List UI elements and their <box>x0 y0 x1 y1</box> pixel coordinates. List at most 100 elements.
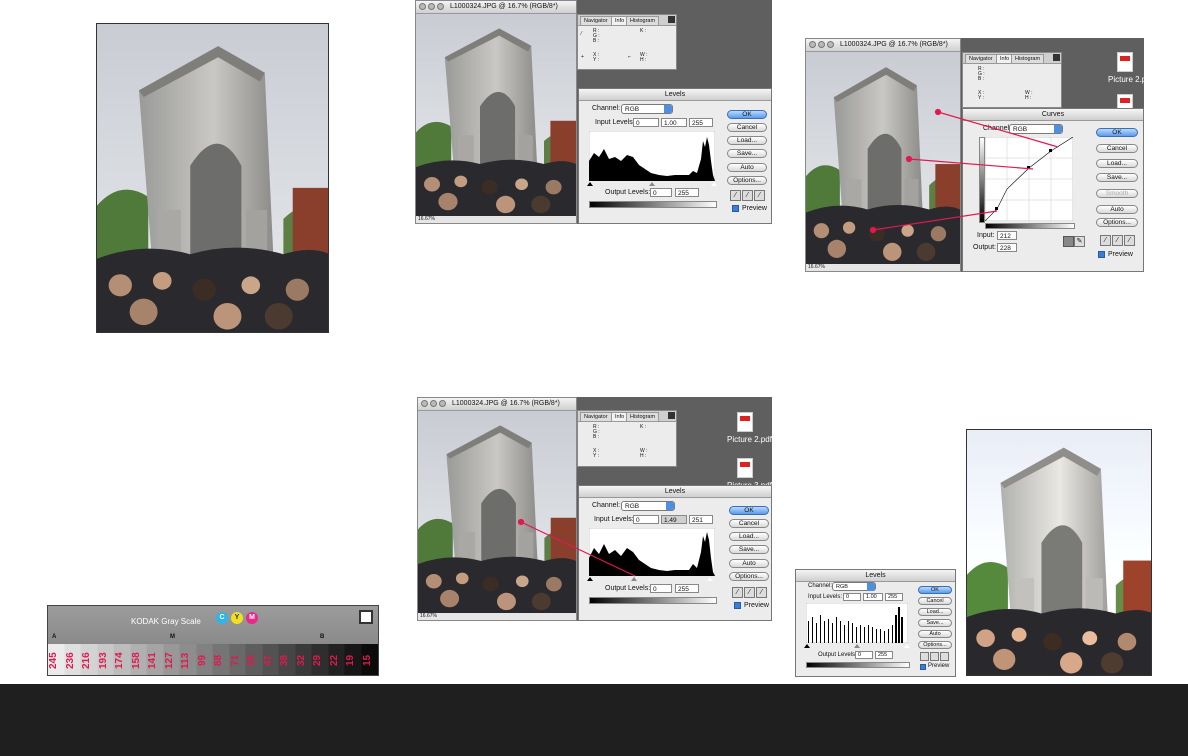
black-eyedropper-icon[interactable]: ⁄ <box>730 190 741 201</box>
gray-patch: 99 <box>196 644 213 675</box>
auto-button[interactable]: Auto <box>727 163 767 172</box>
callout-lines <box>517 518 636 577</box>
black-point-handle[interactable] <box>804 644 810 648</box>
gray-eyedropper-icon[interactable] <box>930 652 939 661</box>
footer-band <box>0 684 1188 756</box>
histogram <box>806 603 908 643</box>
input-levels-label: Input Levels: <box>808 594 843 600</box>
white-point-handle[interactable] <box>904 644 910 648</box>
gray-patch: 15 <box>361 644 378 675</box>
ok-button[interactable]: OK <box>727 110 767 119</box>
preview-checkbox[interactable] <box>920 664 926 670</box>
levels-screenshot-2: Picture 2.pdf Picture 3.pdf L1000324.JPG… <box>417 397 772 621</box>
window-title: L1000324.JPG @ 16.7% (RGB/8*) <box>450 3 558 10</box>
input-gamma-field[interactable]: 1.00 <box>863 593 883 601</box>
output-white-field[interactable]: 255 <box>875 651 893 659</box>
white-eyedropper-icon[interactable]: ⁄ <box>754 190 765 201</box>
levels-title: Levels <box>579 89 771 101</box>
zoom-status: 16.67% <box>418 216 435 222</box>
patch-letter-m: M <box>170 634 175 640</box>
gray-patch: 127 <box>163 644 180 675</box>
channel-select[interactable]: RGB <box>621 104 673 114</box>
preview-label: Preview <box>928 663 950 669</box>
gamma-handle[interactable] <box>649 182 655 186</box>
info-panel: Navigator Info Histogram ⁄ R : G : B : K… <box>577 14 677 70</box>
gray-patch: 141 <box>147 644 164 675</box>
output-gradient[interactable] <box>589 201 717 208</box>
info-wh: W : H : <box>640 52 648 63</box>
save-button[interactable]: Save... <box>918 619 952 627</box>
levels-dialog-small: Levels Channel: RGB Input Levels: 0 1.00… <box>795 569 956 677</box>
options-button[interactable]: Options... <box>918 641 952 649</box>
magenta-patch: M <box>246 612 258 624</box>
tab-histogram[interactable]: Histogram <box>626 16 660 25</box>
auto-button[interactable]: Auto <box>918 630 952 638</box>
preview-label: Preview <box>742 205 767 212</box>
ok-button[interactable]: OK <box>918 586 952 594</box>
image-canvas[interactable] <box>416 14 576 216</box>
close-icon[interactable] <box>419 3 426 10</box>
kodak-gray-scale: KODAK Gray Scale C Y M A M B 245 236 216 19… <box>47 605 379 676</box>
gray-patch: 47 <box>262 644 279 675</box>
panel-menu-icon[interactable] <box>668 16 675 23</box>
levels-screenshot-1: L1000324.JPG @ 16.7% (RGB/8*) 16.67% Nav… <box>415 0 772 224</box>
white-eyedropper-icon[interactable] <box>940 652 949 661</box>
channel-label: Channel: <box>808 583 833 589</box>
window-titlebar[interactable]: L1000324.JPG @ 16.7% (RGB/8*) <box>416 1 576 14</box>
gray-patch: 38 <box>279 644 296 675</box>
load-button[interactable]: Load... <box>727 136 767 145</box>
input-white-field[interactable]: 255 <box>885 593 903 601</box>
info-rgb: R : G : B : <box>593 28 600 44</box>
gray-patch: 216 <box>81 644 98 675</box>
output-black-field[interactable]: 0 <box>650 188 672 197</box>
kodak-logo-icon <box>359 610 373 624</box>
save-button[interactable]: Save... <box>727 149 767 158</box>
zoom-icon[interactable] <box>437 3 444 10</box>
callout-lines <box>869 108 1059 234</box>
options-button[interactable]: Options... <box>727 176 767 185</box>
gray-patch: 193 <box>97 644 114 675</box>
patch-letter-a: A <box>52 634 57 640</box>
input-black-field[interactable]: 0 <box>843 593 861 601</box>
minimize-icon[interactable] <box>428 3 435 10</box>
output-levels-label: Output Levels: <box>605 189 651 196</box>
gray-patch: 19 <box>345 644 362 675</box>
input-white-field[interactable]: 255 <box>689 118 713 127</box>
black-point-handle[interactable] <box>587 182 593 186</box>
load-button[interactable]: Load... <box>918 608 952 616</box>
patch-letter-b: B <box>320 634 325 640</box>
output-white-field[interactable]: 255 <box>675 188 699 197</box>
cancel-button[interactable]: Cancel <box>727 123 767 132</box>
gray-patch: 88 <box>213 644 230 675</box>
channel-select[interactable]: RGB <box>832 582 876 591</box>
tab-navigator[interactable]: Navigator <box>580 16 612 25</box>
white-point-handle[interactable] <box>711 182 717 186</box>
input-black-field[interactable]: 0 <box>633 118 659 127</box>
info-xy: X : Y : <box>593 52 600 63</box>
document-window: L1000324.JPG @ 16.7% (RGB/8*) 16.67% <box>415 0 577 224</box>
gray-patch: 29 <box>312 644 329 675</box>
output-black-field[interactable]: 0 <box>855 651 873 659</box>
gray-eyedropper-icon[interactable]: ⁄ <box>742 190 753 201</box>
eyedropper-icon: ⁄ <box>581 31 582 37</box>
info-k: K : <box>640 28 647 34</box>
preview-checkbox[interactable] <box>732 205 739 212</box>
gray-patch: 158 <box>130 644 147 675</box>
gray-patch: 245 <box>48 644 65 675</box>
output-levels-label: Output Levels: <box>818 652 857 658</box>
input-gamma-field[interactable]: 1.00 <box>661 118 687 127</box>
input-slider-track[interactable] <box>804 644 910 648</box>
gray-patch: 32 <box>295 644 312 675</box>
gray-patch: 22 <box>328 644 345 675</box>
channel-label: Channel: <box>592 105 621 112</box>
cancel-button[interactable]: Cancel <box>918 597 952 605</box>
gray-patch: 236 <box>64 644 81 675</box>
yellow-patch: Y <box>231 612 243 624</box>
gray-scale-title: KODAK Gray Scale <box>131 617 201 626</box>
gamma-handle[interactable] <box>854 644 860 648</box>
crosshair-icon: + <box>581 54 584 60</box>
output-gradient[interactable] <box>806 662 910 668</box>
input-slider-track[interactable] <box>587 182 717 186</box>
curves-screenshot: Picture 2.pd L1000324.JPG @ 16.7% (RGB/8… <box>805 38 1151 272</box>
black-eyedropper-icon[interactable] <box>920 652 929 661</box>
